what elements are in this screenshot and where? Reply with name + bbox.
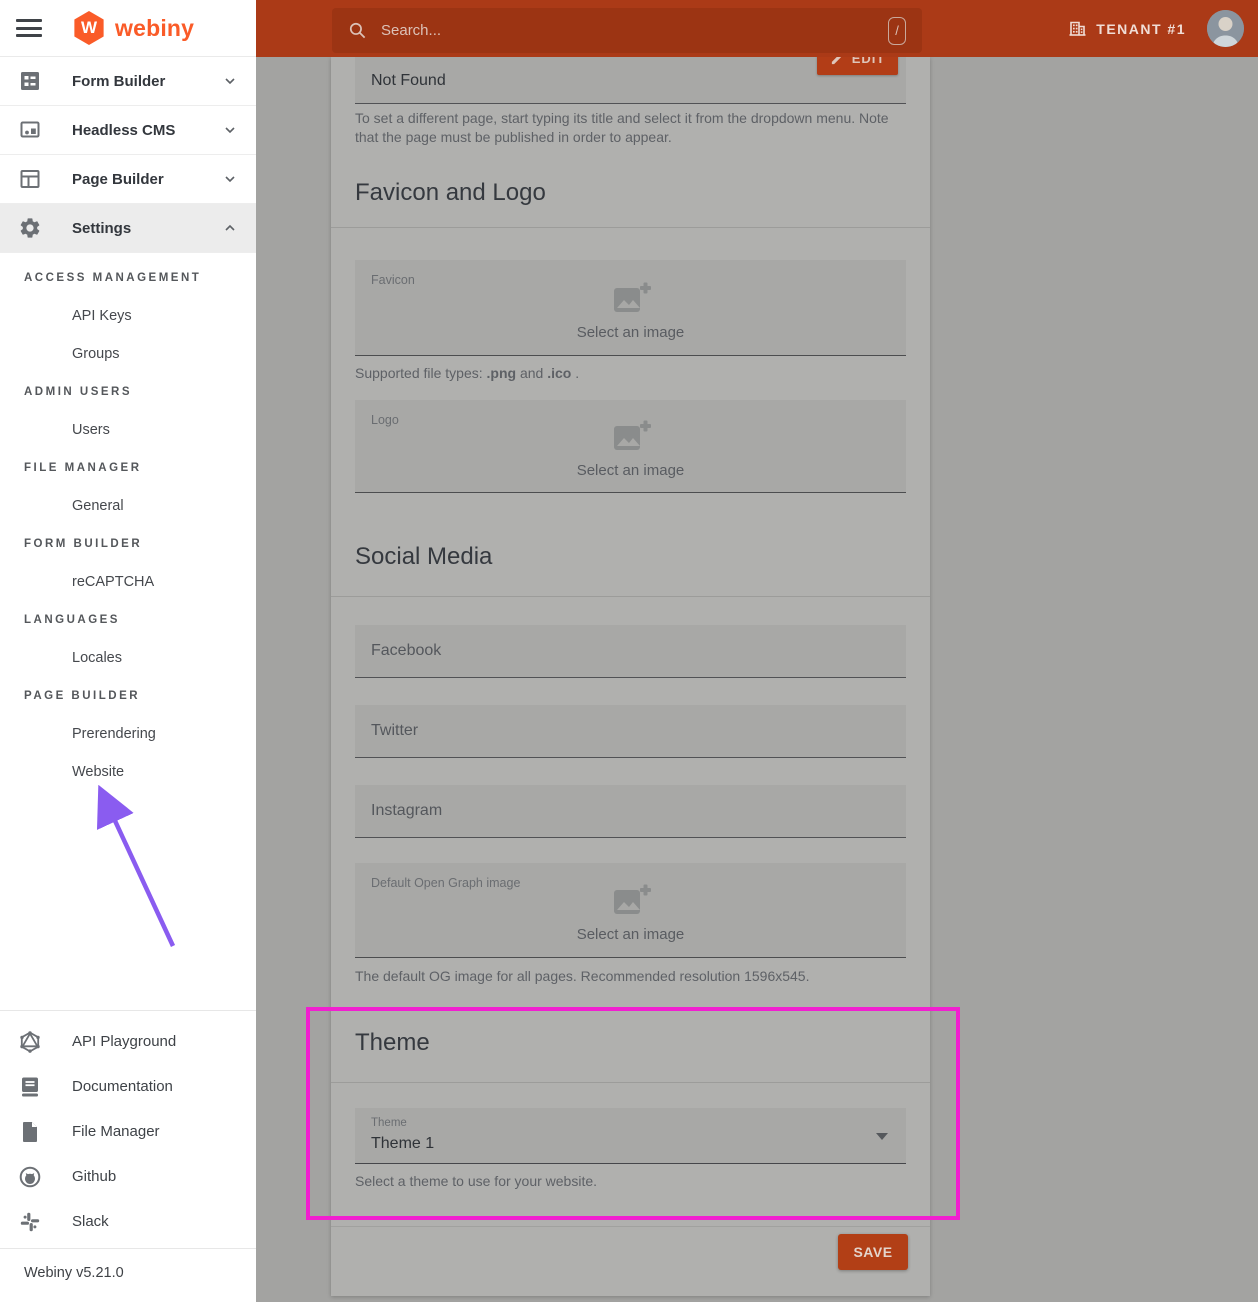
github-icon xyxy=(18,1165,42,1189)
chevron-down-icon xyxy=(222,73,238,89)
theme-select-value: Theme 1 xyxy=(371,1135,434,1153)
file-icon xyxy=(18,1120,42,1144)
sidebar-item-github[interactable]: Github xyxy=(0,1154,256,1199)
card-footer-divider xyxy=(331,1226,930,1227)
sidebar-item-label: Settings xyxy=(72,220,131,237)
sidebar-item-slack[interactable]: Slack xyxy=(0,1199,256,1244)
form-builder-icon xyxy=(18,69,42,93)
sidebar-item-documentation[interactable]: Documentation xyxy=(0,1064,256,1109)
section-divider xyxy=(331,1082,930,1083)
twitter-field xyxy=(355,705,906,758)
headless-cms-icon xyxy=(18,118,42,142)
search-icon xyxy=(348,21,367,40)
logo-upload[interactable]: Logo Select an image xyxy=(355,400,906,493)
sidebar-item-file-manager[interactable]: File Manager xyxy=(0,1109,256,1154)
sidebar: W webiny Form Builder Headless CMS Page … xyxy=(0,0,256,1302)
chevron-down-icon xyxy=(222,122,238,138)
theme-select-label: Theme xyxy=(371,1117,407,1129)
webiny-logo-wordmark: webiny xyxy=(115,15,194,42)
sidebar-item-label: Github xyxy=(72,1168,116,1185)
webiny-logo[interactable]: W webiny xyxy=(72,11,194,45)
app-root: / TENANT #1 W webiny Form Builder Headle… xyxy=(0,0,1258,1302)
logo-cta: Select an image xyxy=(577,462,685,479)
submenu-item-users[interactable]: Users xyxy=(0,411,256,449)
image-plus-icon xyxy=(609,417,653,457)
chevron-down-icon xyxy=(222,171,238,187)
og-image-upload[interactable]: Default Open Graph image Select an image xyxy=(355,863,906,958)
submenu-item-general[interactable]: General xyxy=(0,487,256,525)
image-plus-icon xyxy=(609,881,653,921)
og-image-help: The default OG image for all pages. Reco… xyxy=(355,967,900,986)
image-plus-icon xyxy=(609,279,653,319)
book-icon xyxy=(18,1075,42,1099)
submenu-section-admin-users: ADMIN USERS xyxy=(0,373,256,411)
tenant-label: TENANT #1 xyxy=(1096,21,1186,37)
graphql-icon xyxy=(18,1030,42,1054)
main-content: EDIT To set a different page, start typi… xyxy=(256,57,1258,1302)
gear-icon xyxy=(18,216,42,240)
sidebar-item-label: Slack xyxy=(72,1213,109,1230)
submenu-section-languages: LANGUAGES xyxy=(0,601,256,639)
section-title-theme: Theme xyxy=(355,1029,430,1057)
submenu-item-locales[interactable]: Locales xyxy=(0,639,256,677)
favicon-upload[interactable]: Favicon Select an image xyxy=(355,260,906,356)
section-divider xyxy=(331,227,930,228)
instagram-input[interactable] xyxy=(355,785,906,838)
sidebar-item-api-playground[interactable]: API Playground xyxy=(0,1019,256,1064)
facebook-input[interactable] xyxy=(355,625,906,678)
facebook-field xyxy=(355,625,906,678)
slack-icon xyxy=(18,1210,42,1234)
building-icon xyxy=(1068,19,1087,38)
save-button[interactable]: SAVE xyxy=(838,1234,908,1270)
chevron-up-icon xyxy=(222,220,238,236)
hamburger-menu-icon[interactable] xyxy=(16,19,42,37)
sidebar-item-headless-cms[interactable]: Headless CMS xyxy=(0,106,256,155)
submenu-item-prerendering[interactable]: Prerendering xyxy=(0,715,256,753)
sidebar-item-label: File Manager xyxy=(72,1123,160,1140)
submenu-item-recaptcha[interactable]: reCAPTCHA xyxy=(0,563,256,601)
sidebar-footer: API Playground Documentation File Manage… xyxy=(0,1010,256,1244)
sidebar-item-page-builder[interactable]: Page Builder xyxy=(0,155,256,204)
theme-select[interactable]: Theme Theme 1 xyxy=(355,1108,906,1164)
search-shortcut-badge: / xyxy=(888,17,906,45)
dropdown-arrow-icon xyxy=(876,1133,888,1140)
og-image-cta: Select an image xyxy=(577,926,685,943)
sidebar-item-settings[interactable]: Settings xyxy=(0,204,256,253)
submenu-section-access-management: ACCESS MANAGEMENT xyxy=(0,259,256,297)
settings-submenu: ACCESS MANAGEMENT API Keys Groups ADMIN … xyxy=(0,253,256,791)
top-app-bar: / TENANT #1 xyxy=(256,0,1258,57)
sidebar-item-label: API Playground xyxy=(72,1033,176,1050)
theme-help: Select a theme to use for your website. xyxy=(355,1172,900,1191)
submenu-item-api-keys[interactable]: API Keys xyxy=(0,297,256,335)
submenu-section-page-builder: PAGE BUILDER xyxy=(0,677,256,715)
instagram-field xyxy=(355,785,906,838)
annotation-arrow xyxy=(84,780,188,960)
app-version: Webiny v5.21.0 xyxy=(0,1248,256,1281)
sidebar-header: W webiny xyxy=(0,0,256,57)
user-avatar[interactable] xyxy=(1207,10,1244,47)
section-title-favicon-logo: Favicon and Logo xyxy=(355,179,546,207)
page-builder-icon xyxy=(18,167,42,191)
submenu-section-file-manager: FILE MANAGER xyxy=(0,449,256,487)
favicon-help: Supported file types: .png and .ico . xyxy=(355,364,900,383)
avatar-photo xyxy=(1207,10,1244,47)
sidebar-item-label: Form Builder xyxy=(72,73,165,90)
sidebar-item-label: Documentation xyxy=(72,1078,173,1095)
page-field-help: To set a different page, start typing it… xyxy=(355,109,900,147)
global-search[interactable]: / xyxy=(332,8,922,53)
section-title-social-media: Social Media xyxy=(355,543,492,571)
sidebar-item-label: Page Builder xyxy=(72,171,164,188)
sidebar-item-label: Headless CMS xyxy=(72,122,175,139)
submenu-item-groups[interactable]: Groups xyxy=(0,335,256,373)
sidebar-item-form-builder[interactable]: Form Builder xyxy=(0,57,256,106)
website-settings-card: EDIT To set a different page, start typi… xyxy=(331,57,930,1296)
submenu-section-form-builder: FORM BUILDER xyxy=(0,525,256,563)
twitter-input[interactable] xyxy=(355,705,906,758)
webiny-logo-mark: W xyxy=(72,11,106,45)
favicon-cta: Select an image xyxy=(577,324,685,341)
submenu-item-website[interactable]: Website xyxy=(0,753,256,791)
search-input[interactable] xyxy=(381,22,888,39)
tenant-switcher[interactable]: TENANT #1 xyxy=(1068,0,1186,57)
section-divider xyxy=(331,596,930,597)
